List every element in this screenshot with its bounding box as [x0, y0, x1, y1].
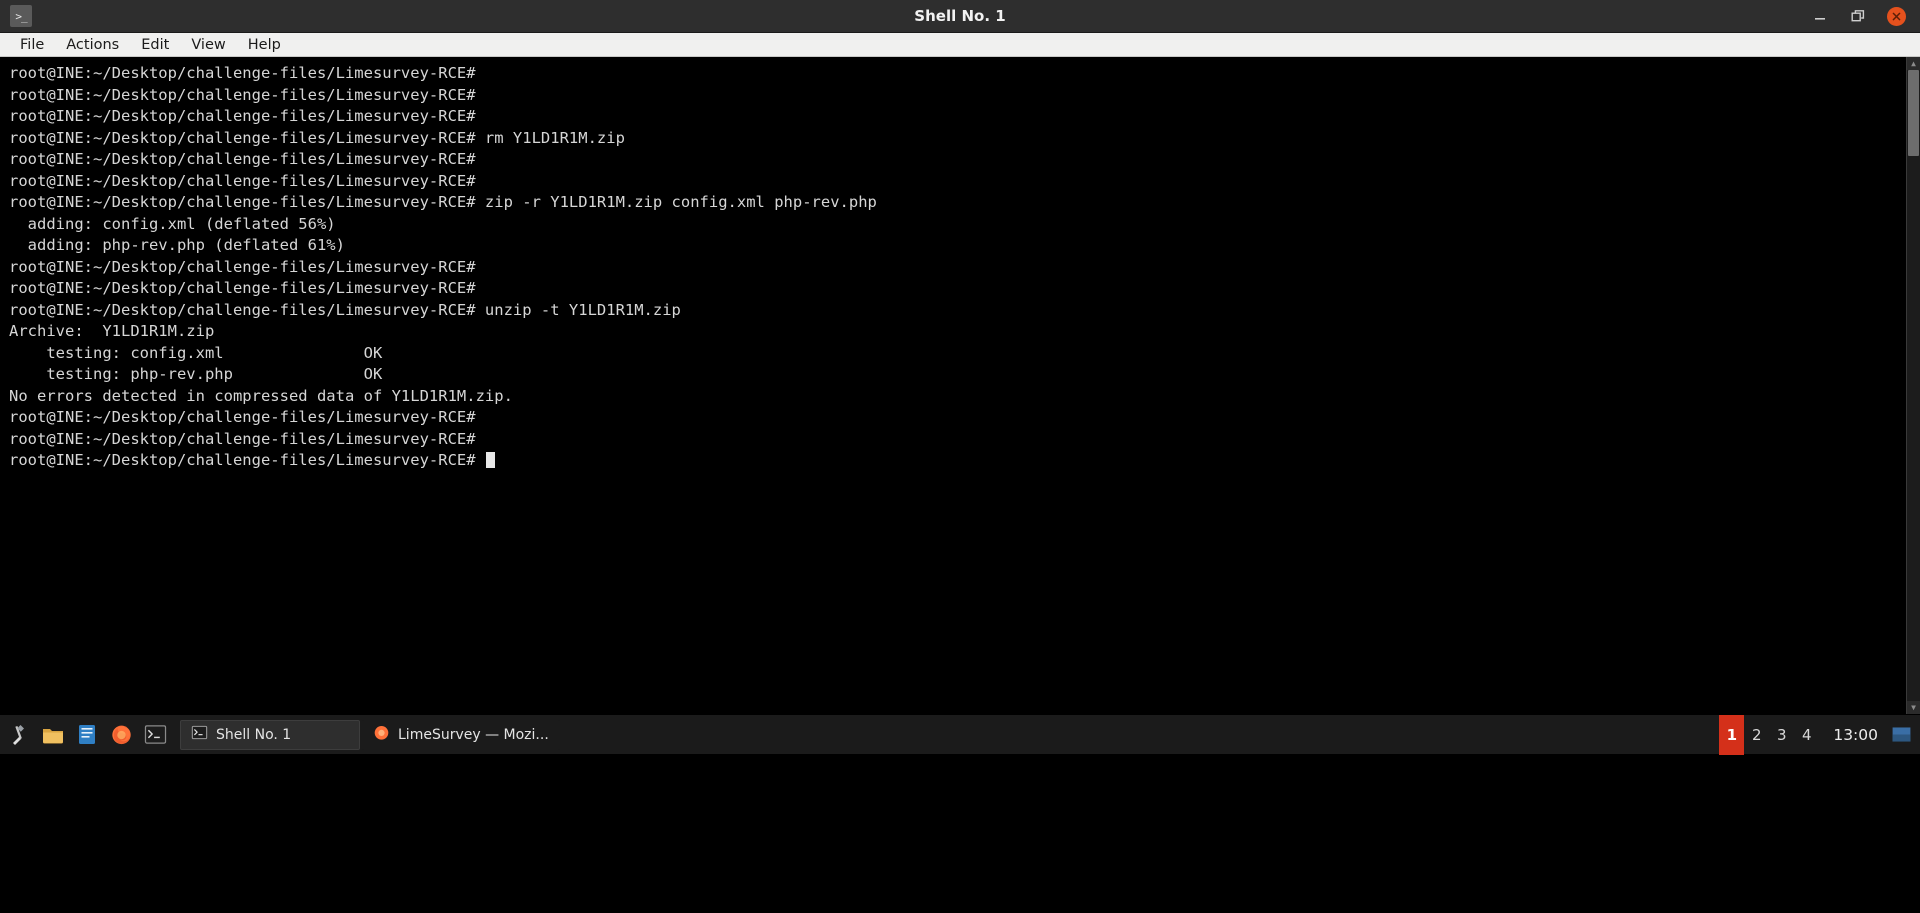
maximize-button[interactable] — [1849, 7, 1867, 25]
terminal-line: root@INE:~/Desktop/challenge-files/Limes… — [9, 300, 681, 319]
menu-bar: File Actions Edit View Help — [0, 33, 1920, 57]
scroll-up-arrow-icon[interactable]: ▲ — [1907, 57, 1920, 70]
workspace-1[interactable]: 1 — [1719, 714, 1745, 755]
scroll-down-arrow-icon[interactable]: ▼ — [1907, 701, 1920, 714]
task-button-label: LimeSurvey — Mozi... — [398, 726, 549, 743]
clock[interactable]: 13:00 — [1819, 726, 1890, 744]
terminal-line: Archive: Y1LD1R1M.zip — [9, 322, 215, 340]
terminal-line: root@INE:~/Desktop/challenge-files/Limes… — [9, 257, 476, 276]
taskbar-launchers — [0, 719, 170, 751]
terminal-cursor — [485, 452, 495, 468]
terminal-icon[interactable] — [140, 719, 170, 751]
workspace-4[interactable]: 4 — [1794, 715, 1819, 755]
terminal-line: testing: config.xml OK — [9, 343, 383, 362]
window-titlebar[interactable]: >_ Shell No. 1 — [0, 0, 1920, 33]
firefox-icon — [373, 724, 390, 745]
workspace-2[interactable]: 2 — [1744, 715, 1769, 755]
task-button-shell[interactable]: Shell No. 1 — [180, 719, 360, 750]
menu-item-edit[interactable]: Edit — [130, 36, 180, 54]
taskbar: Shell No. 1 LimeSurvey — Mozi... 1 2 3 4… — [0, 714, 1920, 755]
terminal-current-line: root@INE:~/Desktop/challenge-files/Limes… — [9, 450, 1906, 472]
menu-item-help[interactable]: Help — [237, 36, 292, 54]
keyboard-layout-icon[interactable] — [1890, 724, 1912, 746]
terminal-line: root@INE:~/Desktop/challenge-files/Limes… — [9, 107, 476, 125]
terminal-line: root@INE:~/Desktop/challenge-files/Limes… — [9, 64, 476, 82]
terminal-line: root@INE:~/Desktop/challenge-files/Limes… — [9, 85, 476, 104]
terminal-line: No errors detected in compressed data of… — [9, 386, 513, 405]
terminal-line: testing: php-rev.php OK — [9, 365, 383, 383]
minimize-button[interactable] — [1811, 7, 1829, 25]
task-button-label: Shell No. 1 — [216, 726, 292, 743]
menu-item-actions[interactable]: Actions — [55, 36, 130, 54]
scrollbar-thumb[interactable] — [1908, 70, 1919, 156]
close-button[interactable] — [1887, 6, 1906, 26]
firefox-icon[interactable] — [106, 719, 136, 751]
task-button-limesurvey[interactable]: LimeSurvey — Mozi... — [362, 719, 560, 750]
terminal-line: root@INE:~/Desktop/challenge-files/Limes… — [9, 408, 476, 426]
file-manager-icon[interactable] — [38, 719, 68, 751]
terminal-area: root@INE:~/Desktop/challenge-files/Limes… — [0, 57, 1920, 714]
menu-item-view[interactable]: View — [180, 36, 236, 54]
terminal-output[interactable]: root@INE:~/Desktop/challenge-files/Limes… — [0, 57, 1906, 714]
text-editor-icon[interactable] — [72, 719, 102, 751]
terminal-line: root@INE:~/Desktop/challenge-files/Limes… — [9, 171, 476, 190]
terminal-line: adding: php-rev.php (deflated 61%) — [9, 236, 345, 254]
workspace-switcher: 1 2 3 4 — [1719, 714, 1819, 755]
system-tray: 1 2 3 4 13:00 — [1719, 714, 1920, 755]
window-title: Shell No. 1 — [914, 7, 1006, 25]
terminal-line: root@INE:~/Desktop/challenge-files/Limes… — [9, 279, 476, 297]
terminal-line: root@INE:~/Desktop/challenge-files/Limes… — [9, 128, 625, 147]
terminal-line: root@INE:~/Desktop/challenge-files/Limes… — [9, 193, 877, 211]
terminal-line: root@INE:~/Desktop/challenge-files/Limes… — [9, 150, 476, 168]
terminal-scrollbar[interactable]: ▲ ▼ — [1906, 57, 1920, 714]
menu-item-file[interactable]: File — [9, 36, 55, 54]
workspace-3[interactable]: 3 — [1769, 715, 1794, 755]
terminal-line: adding: config.xml (deflated 56%) — [9, 214, 336, 233]
taskbar-window-buttons: Shell No. 1 LimeSurvey — Mozi... — [180, 719, 560, 750]
show-desktop-icon[interactable] — [4, 719, 34, 751]
terminal-line: root@INE:~/Desktop/challenge-files/Limes… — [9, 429, 476, 448]
terminal-icon — [191, 725, 208, 744]
window-controls — [1811, 6, 1920, 26]
terminal-icon: >_ — [10, 5, 32, 27]
